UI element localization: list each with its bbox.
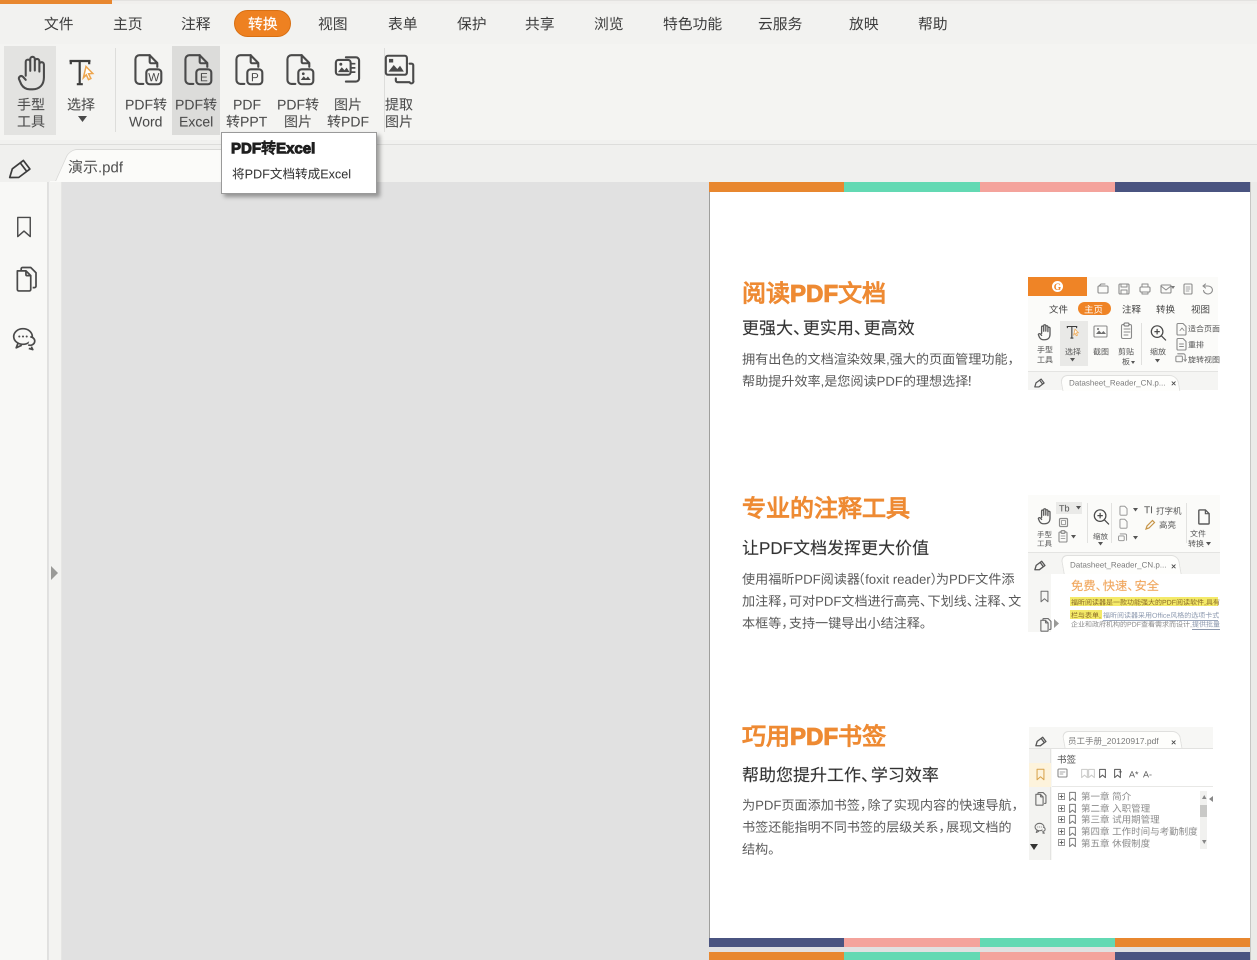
svg-text:G: G bbox=[1054, 283, 1062, 293]
